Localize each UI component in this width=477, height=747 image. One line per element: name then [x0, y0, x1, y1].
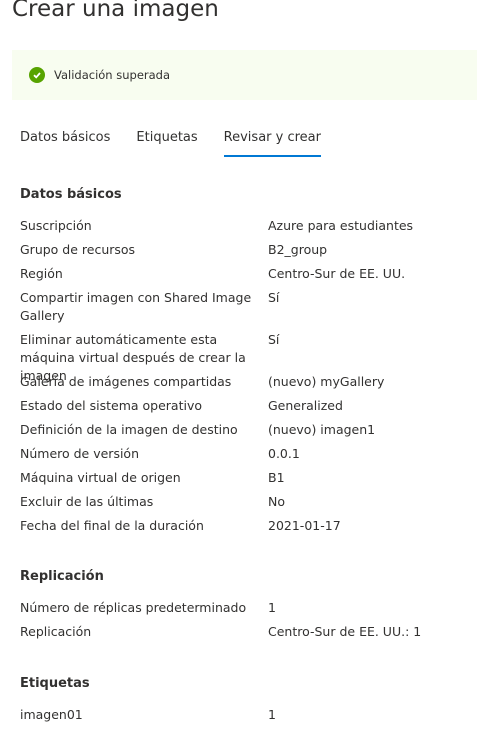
- row-label: Replicación: [20, 624, 92, 639]
- summary-row: Galería de imágenes compartidas (nuevo) m…: [20, 373, 470, 391]
- row-value: No: [268, 494, 285, 509]
- validation-banner: Validación superada: [12, 50, 477, 100]
- summary-row: Máquina virtual de origen B1: [20, 469, 470, 487]
- row-value: Azure para estudiantes: [268, 218, 414, 233]
- row-value: 1: [268, 707, 276, 722]
- row-label: Suscripción: [20, 218, 92, 233]
- summary-row: Excluir de las últimas No: [20, 493, 470, 511]
- summary-row: Número de versión 0.0.1: [20, 445, 470, 463]
- row-label: Número de versión: [20, 446, 140, 461]
- tab-datos-basicos[interactable]: Datos básicos: [20, 130, 110, 157]
- summary-row: Región Centro-Sur de EE. UU.: [20, 265, 470, 283]
- summary-row: Suscripción Azure para estudiantes: [20, 217, 470, 235]
- row-value: (nuevo) myGallery: [268, 374, 385, 389]
- summary-row: imagen01 1: [20, 706, 470, 724]
- row-value: B1: [268, 470, 285, 485]
- row-value: 1: [268, 600, 276, 615]
- row-label: Definición de la imagen de destino: [20, 422, 238, 437]
- row-label: Grupo de recursos: [20, 242, 136, 257]
- row-label: Número de réplicas predeterminado: [20, 600, 247, 615]
- row-label: Galería de imágenes compartidas: [20, 374, 232, 389]
- row-label: Excluir de las últimas: [20, 494, 154, 509]
- summary-row: Definición de la imagen de destino (nuevo…: [20, 421, 470, 439]
- row-label: Fecha del final de la duración: [20, 518, 204, 533]
- row-value: (nuevo) imagen1: [268, 422, 376, 437]
- tab-bar: Datos básicos Etiquetas Revisar y crear: [20, 130, 347, 157]
- row-value: Centro-Sur de EE. UU.: 1: [268, 624, 422, 639]
- summary-row: Replicación Centro-Sur de EE. UU.: 1: [20, 623, 470, 641]
- row-label: Compartir imagen con Shared Image Galler…: [20, 290, 252, 323]
- row-value: 0.0.1: [268, 446, 300, 461]
- row-value: 2021-01-17: [268, 518, 341, 533]
- row-label: Región: [20, 266, 63, 281]
- row-label: Máquina virtual de origen: [20, 470, 181, 485]
- page-title: Crear una imagen: [12, 0, 219, 22]
- summary-row: Estado del sistema operativo Generalized: [20, 397, 470, 415]
- summary-row: Compartir imagen con Shared Image Galler…: [20, 289, 470, 325]
- section-heading: Datos básicos: [20, 187, 122, 202]
- summary-row: Número de réplicas predeterminado 1: [20, 599, 470, 617]
- tab-etiquetas[interactable]: Etiquetas: [136, 130, 197, 157]
- summary-row: Grupo de recursos B2_group: [20, 241, 470, 259]
- check-circle-icon: [29, 67, 45, 83]
- row-value: B2_group: [268, 242, 328, 257]
- summary-row: Fecha del final de la duración 2021-01-17: [20, 517, 470, 535]
- row-label: imagen01: [20, 707, 83, 722]
- row-label: Estado del sistema operativo: [20, 398, 202, 413]
- row-value: Generalized: [268, 398, 343, 413]
- row-value: Centro-Sur de EE. UU.: [268, 266, 406, 281]
- section-heading: Replicación: [20, 569, 104, 584]
- tab-revisar-y-crear[interactable]: Revisar y crear: [223, 130, 321, 157]
- section-heading: Etiquetas: [20, 676, 90, 691]
- row-value: Sí: [268, 290, 280, 305]
- validation-text: Validación superada: [54, 68, 171, 82]
